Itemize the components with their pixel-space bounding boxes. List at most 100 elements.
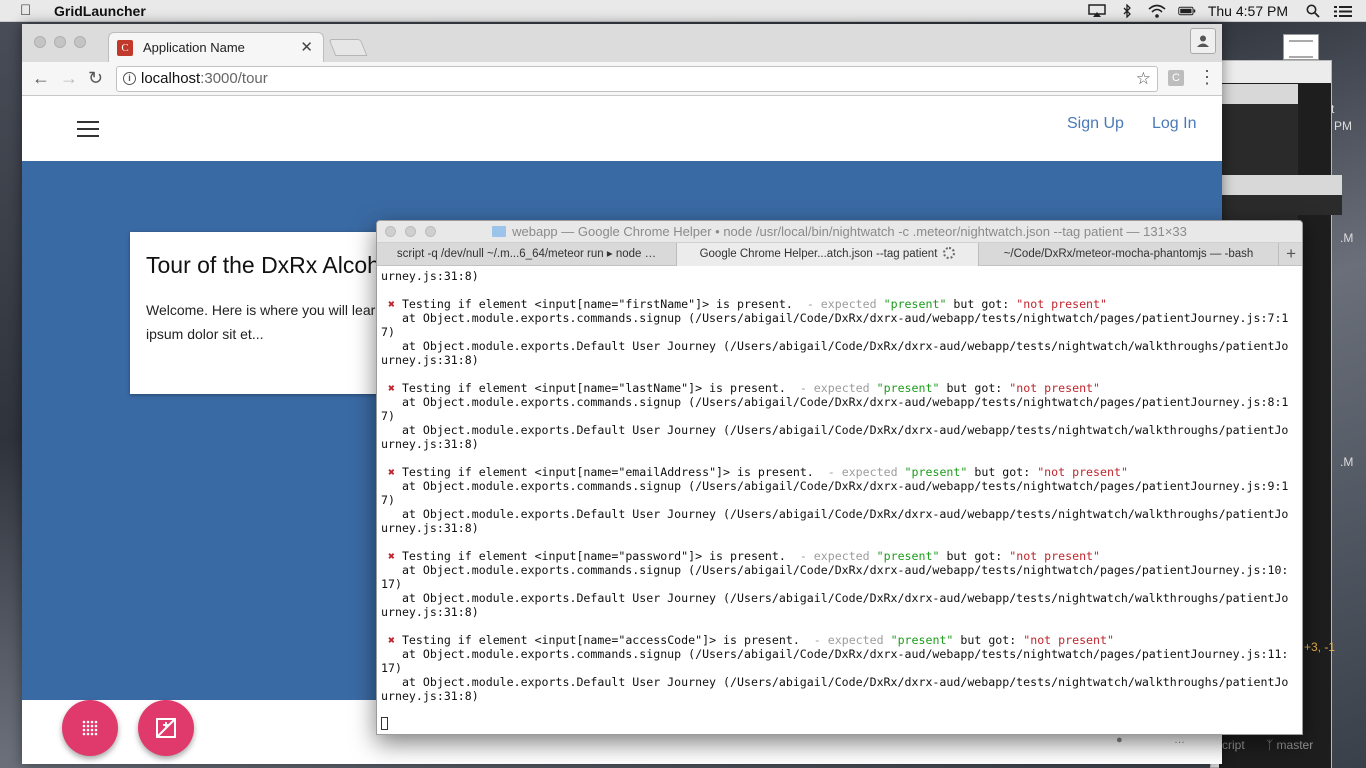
address-bar[interactable]: i localhost:3000/tour ☆ xyxy=(116,66,1158,92)
but-got-label: but got: xyxy=(974,465,1031,479)
background-text: .M xyxy=(1340,455,1354,469)
airplay-icon[interactable] xyxy=(1088,4,1106,18)
card-body: Welcome. Here is where you will learn ip… xyxy=(146,302,384,342)
expected-value: "present" xyxy=(904,465,968,479)
site-info-icon[interactable]: i xyxy=(123,72,136,85)
fail-x-icon: ✖ xyxy=(387,633,395,647)
window-minimize-button[interactable] xyxy=(54,36,66,48)
terminal-minimize-button[interactable] xyxy=(405,226,416,237)
terminal-zoom-button[interactable] xyxy=(425,226,436,237)
stack-trace-line: urney.js:31:8) xyxy=(381,521,479,535)
stack-trace-line: at Object.module.exports.commands.signup… xyxy=(381,311,1289,325)
menu-extras: Thu 4:57 PM xyxy=(1082,0,1366,22)
terminal-tab-1[interactable]: script -q /dev/null ~/.m...6_64/meteor r… xyxy=(377,243,677,266)
stack-trace-line: at Object.module.exports.Default User Jo… xyxy=(381,423,1289,437)
stack-trace-line: 7) xyxy=(381,325,395,339)
failure-summary-line: ✖ Testing if element <input[name="firstN… xyxy=(381,297,1298,311)
spotlight-search-icon[interactable] xyxy=(1304,4,1322,18)
apple-menu-icon[interactable]:  xyxy=(20,2,40,19)
browser-tab-strip: C Application Name ✕ xyxy=(22,24,1222,62)
git-branch-label: ᛉ master xyxy=(1266,738,1314,752)
wifi-icon[interactable] xyxy=(1148,4,1166,18)
actual-value: "not present" xyxy=(1023,633,1114,647)
test-failure-block: ✖ Testing if element <input[name="passwo… xyxy=(381,535,1298,619)
notification-center-icon[interactable] xyxy=(1334,4,1352,18)
terminal-line: urney.js:31:8) xyxy=(381,269,479,283)
stack-trace-line: at Object.module.exports.commands.signup… xyxy=(381,479,1289,493)
terminal-title: webapp — Google Chrome Helper • node /us… xyxy=(512,224,1187,239)
terminal-title-bar: webapp — Google Chrome Helper • node /us… xyxy=(377,221,1302,243)
expected-label: - expected xyxy=(799,549,870,563)
background-text: .M xyxy=(1340,231,1354,245)
signup-link[interactable]: Sign Up xyxy=(1067,115,1124,133)
text-cursor xyxy=(381,717,388,730)
expected-label: - expected xyxy=(813,633,884,647)
but-got-label: but got: xyxy=(960,633,1017,647)
battery-icon[interactable] xyxy=(1178,4,1196,18)
profile-button[interactable] xyxy=(1190,28,1216,54)
tab-close-icon[interactable]: ✕ xyxy=(300,38,313,56)
window-zoom-button[interactable] xyxy=(74,36,86,48)
bluetooth-icon[interactable] xyxy=(1118,4,1136,18)
stack-trace-line: at Object.module.exports.Default User Jo… xyxy=(381,591,1289,605)
terminal-window: webapp — Google Chrome Helper • node /us… xyxy=(376,220,1303,735)
but-got-label: but got: xyxy=(953,297,1010,311)
stack-trace-line: at Object.module.exports.commands.signup… xyxy=(381,647,1289,661)
test-failure-block: ✖ Testing if element <input[name="lastNa… xyxy=(381,367,1298,451)
stack-trace-line: at Object.module.exports.commands.signup… xyxy=(381,395,1289,409)
expected-value: "present" xyxy=(890,633,954,647)
folder-icon xyxy=(492,226,507,237)
forward-arrow-icon[interactable]: → xyxy=(60,68,78,89)
terminal-tab-bar: script -q /dev/null ~/.m...6_64/meteor r… xyxy=(377,243,1302,266)
stack-trace-line: at Object.module.exports.commands.signup… xyxy=(381,563,1289,577)
background-window-3[interactable] xyxy=(1218,175,1342,215)
expected-value: "present" xyxy=(883,297,947,311)
stack-trace-line: urney.js:31:8) xyxy=(381,605,479,619)
person-icon xyxy=(1197,35,1209,47)
back-arrow-icon[interactable]: ← xyxy=(32,68,50,89)
stack-trace-line: at Object.module.exports.Default User Jo… xyxy=(381,507,1289,521)
active-app-name[interactable]: GridLauncher xyxy=(54,3,146,19)
grid-fab-button[interactable] xyxy=(62,700,118,756)
menubar-clock[interactable]: Thu 4:57 PM xyxy=(1208,3,1288,19)
failure-summary-line: ✖ Testing if element <input[name="lastNa… xyxy=(381,381,1298,395)
terminal-tab-2[interactable]: Google Chrome Helper...atch.json --tag p… xyxy=(677,243,979,266)
url-path: :3000/tour xyxy=(200,70,268,87)
login-link[interactable]: Log In xyxy=(1152,115,1196,133)
test-failure-block: ✖ Testing if element <input[name="emailA… xyxy=(381,451,1298,535)
browser-tab-active[interactable]: C Application Name ✕ xyxy=(108,32,324,62)
terminal-tab-3[interactable]: ~/Code/DxRx/meteor-mocha-phantomjs — -ba… xyxy=(979,243,1279,266)
terminal-prompt[interactable] xyxy=(381,717,1298,731)
terminal-tab-2-label: Google Chrome Helper...atch.json --tag p… xyxy=(699,248,938,260)
stack-trace-line: 17) xyxy=(381,577,402,591)
terminal-output[interactable]: urney.js:31:8) ✖ Testing if element <inp… xyxy=(377,267,1302,734)
stack-trace-line: urney.js:31:8) xyxy=(381,437,479,451)
edit-image-fab-button[interactable] xyxy=(138,700,194,756)
app-header: Sign Up Log In xyxy=(22,96,1222,161)
failure-message: Testing if element <input[name="lastName… xyxy=(401,381,786,395)
actual-value: "not present" xyxy=(1009,549,1101,563)
extension-icon[interactable]: C xyxy=(1168,70,1184,86)
url-host: localhost xyxy=(141,70,201,87)
reload-icon[interactable]: ↻ xyxy=(88,68,103,89)
tab-title: Application Name xyxy=(143,40,245,55)
stack-trace-line: urney.js:31:8) xyxy=(381,689,479,703)
fail-x-icon: ✖ xyxy=(387,297,395,311)
footer-partial-text: … xyxy=(1174,734,1185,746)
window-close-button[interactable] xyxy=(34,36,46,48)
new-terminal-tab-icon[interactable]: + xyxy=(1286,243,1296,265)
background-text: PM xyxy=(1334,119,1352,133)
browser-menu-icon[interactable]: ⋮ xyxy=(1198,68,1216,86)
bookmark-star-icon[interactable]: ☆ xyxy=(1136,67,1151,91)
expected-label: - expected xyxy=(806,297,877,311)
desktop-file-thumbnail[interactable] xyxy=(1283,34,1319,60)
test-failure-block: ✖ Testing if element <input[name="firstN… xyxy=(381,283,1298,367)
terminal-close-button[interactable] xyxy=(385,226,396,237)
background-text: t xyxy=(1331,102,1335,116)
expected-label: - expected xyxy=(799,381,870,395)
new-tab-button[interactable] xyxy=(328,39,368,56)
hamburger-menu-icon[interactable] xyxy=(77,121,99,137)
fail-x-icon: ✖ xyxy=(387,465,395,479)
menu-bar:  GridLauncher Thu 4:57 PM xyxy=(0,0,1366,22)
expected-value: "present" xyxy=(876,381,940,395)
